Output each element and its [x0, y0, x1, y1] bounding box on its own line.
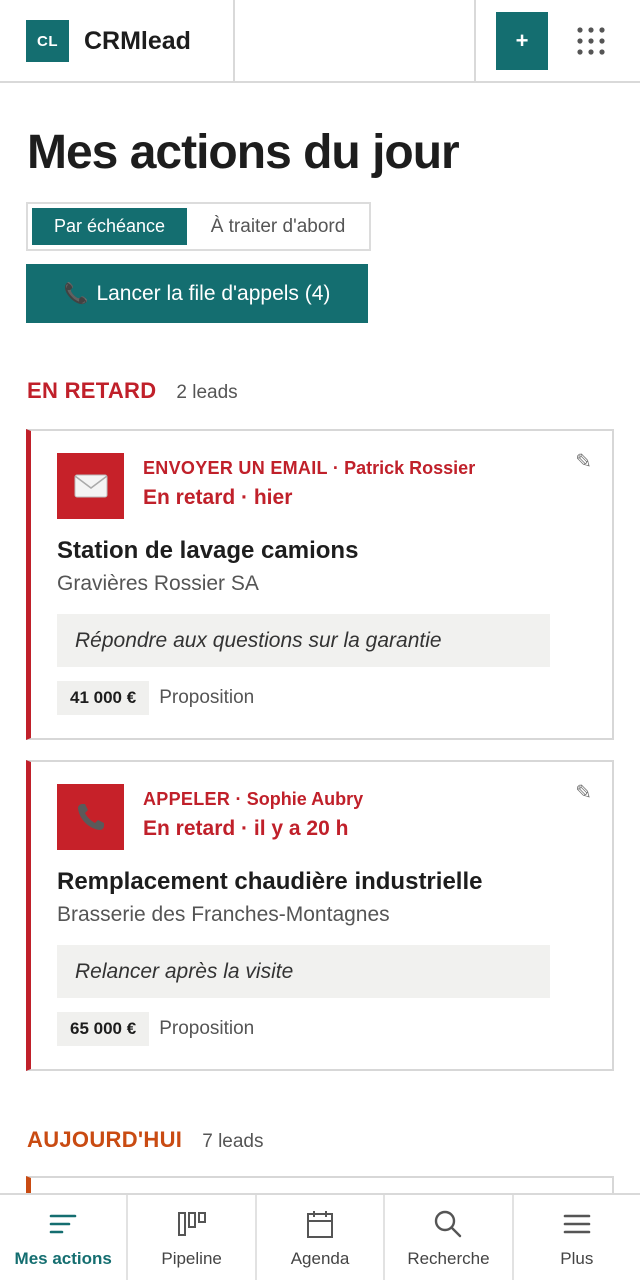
- lead-meta: 41 000 € Proposition: [57, 681, 254, 715]
- header-divider: [233, 0, 235, 83]
- sort-by-priority-tab[interactable]: À traiter d'abord: [188, 208, 368, 245]
- lead-amount: 65 000 €: [57, 1012, 150, 1046]
- nav-item-plus[interactable]: Plus: [514, 1195, 640, 1280]
- lead-stage: Proposition: [159, 687, 255, 708]
- bottom-nav: Mes actions Pipeline Agenda Recherche Pl…: [0, 1193, 640, 1280]
- apps-grid-icon: [577, 27, 605, 55]
- lead-stage: Proposition: [159, 1018, 255, 1039]
- phone-icon: 📞: [63, 283, 89, 305]
- sort-toggle: Par échéance À traiter d'abord: [26, 202, 371, 251]
- lead-meta: 65 000 € Proposition: [57, 1012, 254, 1046]
- lead-title[interactable]: Station de lavage camions: [57, 537, 358, 565]
- app-header: CL CRMlead +: [0, 0, 640, 83]
- nav-label: Agenda: [290, 1249, 350, 1268]
- due-status: En retard · hier: [143, 486, 293, 509]
- section-count: 2 leads: [176, 382, 238, 403]
- lead-title[interactable]: Remplacement chaudière industrielle: [57, 868, 482, 896]
- lead-amount: 41 000 €: [57, 681, 150, 715]
- section-count: 7 leads: [202, 1131, 264, 1152]
- nav-label: Pipeline: [161, 1249, 222, 1268]
- search-icon: [433, 1209, 463, 1239]
- nav-item-mes-actions[interactable]: Mes actions: [0, 1195, 129, 1280]
- due-status: En retard · il y a 20 h: [143, 817, 349, 840]
- app-logo[interactable]: CL: [26, 20, 69, 62]
- pipeline-icon: [177, 1209, 207, 1239]
- section-header-today: AUJOURD'HUI 7 leads: [27, 1127, 264, 1153]
- action-note: Relancer après la visite: [57, 945, 550, 998]
- section-label: EN RETARD: [27, 378, 157, 403]
- lead-action-card[interactable]: ENVOYER UN EMAIL · Patrick Rossier En re…: [26, 429, 614, 740]
- sort-by-due-date-tab[interactable]: Par échéance: [32, 208, 187, 245]
- contact-name: Patrick Rossier: [344, 458, 476, 478]
- action-separator: ·: [235, 789, 242, 809]
- contact-name: Sophie Aubry: [246, 789, 364, 809]
- phone-icon: [57, 784, 124, 850]
- nav-item-pipeline[interactable]: Pipeline: [128, 1195, 257, 1280]
- company-name: Gravières Rossier SA: [57, 572, 259, 595]
- nav-label: Recherche: [407, 1249, 490, 1268]
- lead-action-card[interactable]: APPELER · Sophie Aubry En retard · il y …: [26, 760, 614, 1071]
- company-name: Brasserie des Franches-Montagnes: [57, 903, 390, 926]
- action-note: Répondre aux questions sur la garantie: [57, 614, 550, 667]
- call-queue-label: Lancer la file d'appels (4): [96, 281, 331, 305]
- edit-pencil-icon[interactable]: ✎: [575, 449, 592, 474]
- add-button[interactable]: +: [496, 12, 548, 70]
- action-separator: ·: [332, 458, 339, 478]
- nav-item-agenda[interactable]: Agenda: [257, 1195, 386, 1280]
- apps-grid-button[interactable]: [568, 18, 614, 64]
- page-title: Mes actions du jour: [27, 126, 460, 179]
- menu-icon: [562, 1209, 592, 1239]
- section-header-late: EN RETARD 2 leads: [27, 378, 238, 404]
- app-name: CRMlead: [84, 27, 191, 55]
- envelope-icon: [57, 453, 124, 519]
- section-label: AUJOURD'HUI: [27, 1127, 183, 1152]
- nav-label: Plus: [560, 1249, 594, 1268]
- nav-label: Mes actions: [14, 1249, 112, 1268]
- launch-call-queue-button[interactable]: 📞 Lancer la file d'appels (4): [26, 264, 368, 323]
- actions-list-icon: [48, 1209, 78, 1239]
- nav-item-recherche[interactable]: Recherche: [385, 1195, 514, 1280]
- calendar-icon: [305, 1209, 335, 1239]
- header-divider: [474, 0, 476, 83]
- edit-pencil-icon[interactable]: ✎: [575, 780, 592, 805]
- action-type: ENVOYER UN EMAIL · Patrick Rossier: [143, 458, 476, 478]
- action-type: APPELER · Sophie Aubry: [143, 789, 364, 809]
